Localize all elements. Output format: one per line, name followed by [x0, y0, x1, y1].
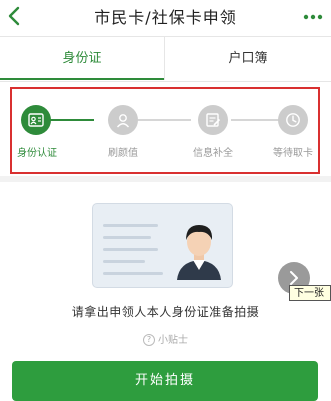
face-icon [116, 114, 130, 128]
step-connector [138, 119, 191, 121]
step-3-label: 信息补全 [193, 148, 233, 159]
document-tabs: 身份证 户口簿 [0, 36, 331, 82]
tab-id-card[interactable]: 身份证 [0, 37, 164, 80]
active-tab-indicator [0, 78, 164, 80]
tips-label: 小贴士 [158, 335, 188, 346]
step-4-label: 等待取卡 [273, 148, 313, 159]
step-connector [231, 119, 283, 121]
step-1-label: 身份认证 [17, 148, 57, 159]
page-title: 市民卡/社保卡申领 [94, 8, 237, 27]
edit-form-icon [206, 113, 221, 127]
clock-icon [286, 113, 300, 127]
card-text-line [103, 260, 145, 263]
progress-steps: 身份认证 刷颜值 信息补全 等待取卡 [10, 87, 320, 174]
card-text-line [103, 224, 158, 227]
section-divider [0, 176, 331, 182]
tips-link[interactable]: ? 小贴士 [0, 331, 331, 346]
id-card-illustration [92, 203, 233, 288]
card-text-line [103, 236, 151, 239]
start-capture-button[interactable]: 开始拍摄 [12, 361, 318, 401]
question-icon: ? [143, 334, 155, 346]
person-portrait-icon [177, 225, 221, 280]
card-text-line [103, 248, 158, 251]
header: 市民卡/社保卡申领 [0, 0, 331, 36]
step-2-label: 刷颜值 [108, 148, 138, 159]
step-1-circle [21, 105, 51, 135]
step-connector [50, 119, 94, 121]
id-card-icon [28, 113, 44, 127]
step-4-circle [278, 105, 308, 135]
card-text-line [103, 272, 163, 275]
step-2-circle [108, 105, 138, 135]
next-tooltip: 下一张 [289, 285, 331, 301]
instruction-text: 请拿出申领人本人身份证准备拍摄 [71, 305, 260, 319]
step-3-circle [198, 105, 228, 135]
tab-household-register[interactable]: 户口簿 [165, 37, 331, 80]
chevron-right-icon [290, 271, 298, 285]
more-dots-icon[interactable] [303, 13, 323, 21]
